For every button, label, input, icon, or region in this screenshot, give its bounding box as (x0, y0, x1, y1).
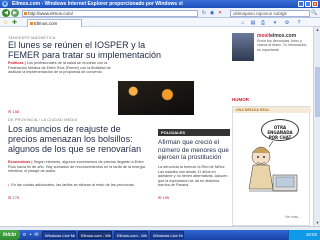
article-comments-link[interactable]: ✉ 175 (8, 195, 19, 200)
taskbar-btn-ie-2[interactable]: Ellmos.com - Wind... (114, 231, 148, 239)
comments-icon: ✉ (8, 195, 12, 200)
minimize-button[interactable]: _ (298, 1, 304, 7)
taskbar-btn-messenger[interactable]: Windows Live Mess... (42, 231, 76, 239)
address-input[interactable]: http://www.elmos.com/ (22, 9, 198, 17)
promo-text: Enviá tus denuncias, fotos y videos al d… (257, 39, 307, 52)
close-button[interactable]: x (312, 1, 318, 7)
tab-favicon-icon (29, 22, 33, 25)
section-label: DE PROVINCIA / LA CIUDAD MEDIA (8, 118, 78, 122)
article-headline-link[interactable]: El lunes se reúnen el IOSPER y la FEMER … (8, 40, 178, 60)
window-title-bar: e Ellmos.com - Windows Internet Explorer… (0, 0, 320, 8)
tab-label: Ellmos.com (34, 21, 58, 26)
article-comments-link[interactable]: ✉ 195 (158, 195, 169, 200)
article-headline-link[interactable]: Los anuncios de reajuste de precios amen… (8, 124, 150, 154)
comments-icon: ✉ (8, 109, 12, 114)
refresh-icon[interactable]: ↻ (201, 10, 207, 16)
comments-count: 158 (12, 109, 20, 114)
cartoon-drawing (248, 140, 298, 192)
window-title: Ellmos.com - Windows Internet Explorer p… (12, 1, 183, 7)
tab-elmos[interactable]: Ellmos.com (27, 19, 82, 27)
comments-count: 175 (12, 195, 20, 200)
address-text: http://www.elmos.com/ (28, 10, 74, 16)
article-photo[interactable] (118, 81, 194, 115)
system-tray: 18:03 (288, 230, 320, 240)
search-icon[interactable]: 🔍 (311, 10, 318, 16)
command-bar: ☆ ✚ Ellmos.com ⌂ ▤ ⎙ ▾ ⚙ ? (0, 18, 320, 27)
taskbar: Inicio e ▪ ✉ Windows Live Mess... Ellmos… (0, 230, 320, 240)
clock[interactable]: 18:03 (306, 232, 317, 237)
page-menu-icon[interactable]: ▾ (272, 20, 278, 26)
page-favicon-icon (24, 11, 27, 15)
article-precios: DE PROVINCIA / LA CIUDAD MEDIA Los anunc… (8, 118, 150, 187)
article-comments-link[interactable]: ✉ 158 (8, 109, 19, 114)
print-icon[interactable]: ⎙ (260, 20, 266, 26)
article-lead: Económicas | Según informes, algunos inc… (8, 160, 148, 174)
rss-icon[interactable]: ◉ (209, 10, 215, 16)
taskbar-btn-hotmail[interactable]: Windows Live Hotm... (150, 231, 184, 239)
article-headline-link[interactable]: Afirman que creció el número de menores … (158, 139, 230, 162)
promo-image (232, 33, 254, 61)
quicklaunch-ie-icon[interactable]: e (22, 232, 27, 238)
maximize-button[interactable]: □ (305, 1, 311, 7)
tools-menu-icon[interactable]: ⚙ (284, 20, 290, 26)
scroll-up-icon[interactable]: ▲ (314, 27, 320, 33)
humor-box: UNA MIRADA REAL OTRA ENGAÑADA POR CHAT V… (232, 106, 311, 226)
cartoon-image[interactable]: OTRA ENGAÑADA POR CHAT (239, 117, 303, 203)
lead-category: Económicas | (8, 160, 33, 164)
search-text: ultimapaso raposun subtgk (233, 10, 287, 16)
home-icon[interactable]: ⌂ (240, 20, 246, 26)
start-button[interactable]: Inicio (0, 230, 20, 240)
article-lead: Políticas | Los profesionales de la salu… (8, 61, 116, 75)
scroll-thumb[interactable] (315, 67, 320, 117)
taskbar-btn-ie-1[interactable]: Ellmos.com - Wind... (78, 231, 112, 239)
add-favorites-icon[interactable]: ✚ (12, 20, 17, 26)
article-bullet[interactable]: En las cuotas adicionales, las tarifas s… (8, 183, 148, 188)
ver-mas-link[interactable]: Ver más... (285, 215, 301, 219)
section-header-policiales: POLICIALES (158, 129, 230, 136)
vertical-scrollbar[interactable]: ▲ ▼ (313, 27, 320, 226)
promo-text-block: movilelmos.com Enviá tus denuncias, foto… (257, 33, 309, 52)
article-iosper: TANGENTE MAGNÉTICA El lunes se reúnen el… (8, 36, 178, 74)
ie-app-icon: e (2, 1, 8, 7)
back-button[interactable]: ◀ (2, 9, 10, 17)
search-input[interactable]: ultimapaso raposun subtgk (230, 9, 310, 17)
address-bar-row: ◀ ▶ http://www.elmos.com/ ↻ ◉ ✕ ultimapa… (0, 8, 320, 18)
humor-box-header: UNA MIRADA REAL (233, 107, 311, 113)
favorites-star-icon[interactable]: ☆ (3, 20, 8, 26)
lead-category: Políticas | (8, 61, 26, 65)
article-lead: La denuncia la formuló la Red de Niñez. … (158, 165, 228, 188)
quicklaunch-desktop-icon[interactable]: ▪ (28, 232, 33, 238)
section-header-humor: HUMOR (232, 97, 249, 102)
movil-promo[interactable]: movilelmos.com Enviá tus denuncias, foto… (232, 33, 310, 77)
help-icon[interactable]: ? (296, 20, 302, 26)
feeds-icon[interactable]: ▤ (250, 20, 256, 26)
forward-button[interactable]: ▶ (11, 9, 19, 17)
stop-icon[interactable]: ✕ (217, 10, 223, 16)
page-content: TANGENTE MAGNÉTICA El lunes se reúnen el… (0, 27, 313, 226)
comments-icon: ✉ (158, 195, 162, 200)
comments-count: 195 (162, 195, 170, 200)
quicklaunch-mail-icon[interactable]: ✉ (34, 232, 39, 238)
